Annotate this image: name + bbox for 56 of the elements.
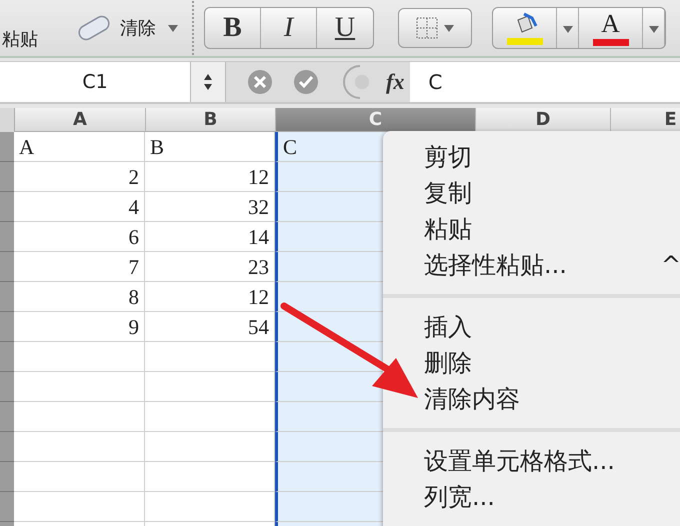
menu-item[interactable]: 设置单元格格式... (424, 445, 615, 477)
row-header[interactable] (0, 462, 14, 492)
column-header[interactable]: E (611, 108, 680, 132)
formula-field[interactable]: C (410, 62, 680, 102)
table-cell: A (14, 132, 145, 162)
table-cell: 14 (145, 222, 275, 252)
table-cell: 8 (14, 282, 145, 312)
table-cell: 12 (145, 282, 275, 312)
row-header[interactable] (0, 132, 14, 162)
format-button[interactable]: I (261, 8, 317, 48)
row-header[interactable] (0, 492, 14, 522)
row-header[interactable] (0, 282, 14, 312)
table-cell: 6 (14, 222, 145, 252)
borders-icon (416, 17, 438, 39)
table-cell: 9 (14, 312, 145, 342)
borders-button[interactable] (398, 8, 472, 48)
select-all-corner[interactable] (0, 108, 15, 132)
paste-label[interactable]: 粘贴 (2, 27, 38, 57)
row-header[interactable] (0, 252, 14, 282)
cancel-icon[interactable] (248, 70, 272, 94)
menu-item[interactable]: 选择性粘贴... (424, 249, 567, 281)
menu-item[interactable]: 插入 (424, 311, 472, 343)
row-header[interactable] (0, 402, 14, 432)
table-cell: 23 (145, 252, 275, 282)
stepper-icon[interactable] (190, 62, 226, 102)
table-cell: 7 (14, 252, 145, 282)
column-header[interactable]: A (15, 108, 146, 132)
menu-item[interactable]: 复制 (424, 177, 472, 209)
caret-icon (168, 24, 178, 32)
row-header[interactable] (0, 372, 14, 402)
row-header[interactable] (0, 192, 14, 222)
format-button[interactable]: B (205, 8, 261, 48)
function-button[interactable]: fx (386, 69, 404, 95)
name-box[interactable]: C1 (0, 62, 190, 102)
table-cell: B (145, 132, 275, 162)
menu-item[interactable]: 列宽... (424, 481, 495, 513)
row-header[interactable] (0, 342, 14, 372)
table-cell: 4 (14, 192, 145, 222)
row-header[interactable] (0, 432, 14, 462)
confirm-icon[interactable] (294, 70, 318, 94)
format-button[interactable]: U (317, 8, 373, 48)
column-header[interactable]: D (476, 108, 611, 132)
table-cell: 2 (14, 162, 145, 192)
row-header[interactable] (0, 162, 14, 192)
menu-item[interactable]: 删除 (424, 347, 472, 379)
table-cell: 54 (145, 312, 275, 342)
shortcut-label: ^ (661, 251, 680, 279)
menu-item[interactable]: 清除内容 (424, 383, 520, 415)
column-header[interactable]: B (146, 108, 276, 132)
clear-button[interactable]: 清除 (60, 8, 186, 48)
table-cell: 32 (145, 192, 275, 222)
row-header[interactable] (0, 312, 14, 342)
menu-item[interactable]: 粘贴 (424, 213, 472, 245)
caret-icon (444, 24, 454, 32)
table-cell: 12 (145, 162, 275, 192)
row-header[interactable] (0, 222, 14, 252)
